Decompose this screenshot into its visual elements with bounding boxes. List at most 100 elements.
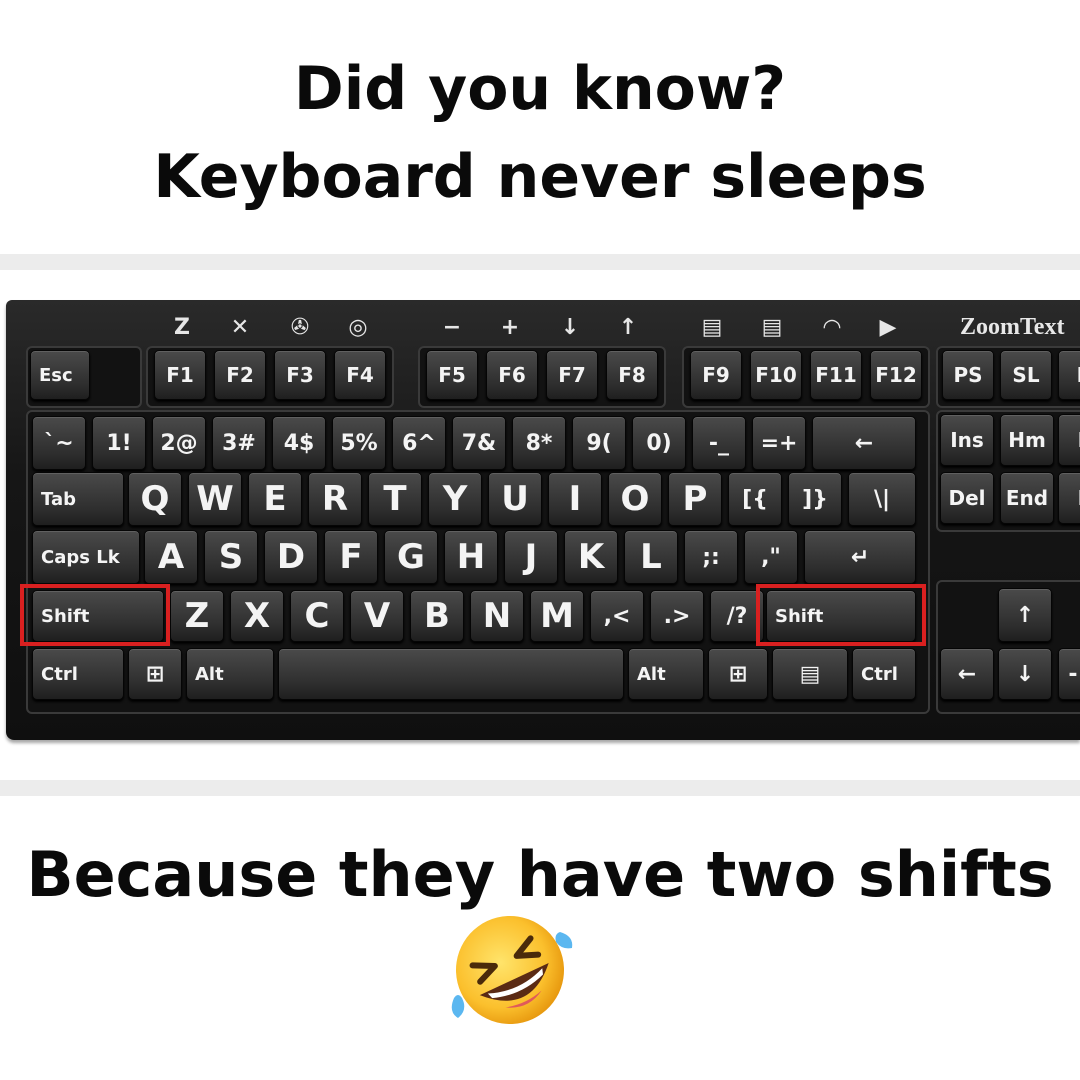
key-spacebar[interactable]	[278, 648, 624, 700]
key-left-windows[interactable]: ⊞	[128, 648, 182, 700]
document-alt-icon[interactable]: ▤	[754, 312, 790, 342]
key-arrow-left[interactable]: ←	[940, 648, 994, 700]
key-p[interactable]: P	[668, 472, 722, 526]
key-e[interactable]: E	[248, 472, 302, 526]
key-number-row-4[interactable]: 4$	[272, 416, 326, 470]
key-x[interactable]: X	[230, 590, 284, 642]
key-v[interactable]: V	[350, 590, 404, 642]
key-g[interactable]: G	[384, 530, 438, 584]
key-number-row-0[interactable]: `~	[32, 416, 86, 470]
key-nav-del[interactable]: Del	[940, 472, 994, 524]
key-number-row-2[interactable]: 2@	[152, 416, 206, 470]
key-q[interactable]: Q	[128, 472, 182, 526]
speech-icon[interactable]: ▶	[870, 312, 906, 342]
key-punct-11[interactable]: ,"	[744, 530, 798, 584]
key-u[interactable]: U	[488, 472, 542, 526]
key-number-row-1[interactable]: 1!	[92, 416, 146, 470]
key-arrow-up[interactable]: ↑	[998, 588, 1052, 642]
key-j[interactable]: J	[504, 530, 558, 584]
key-a[interactable]: A	[144, 530, 198, 584]
key-f11[interactable]: F11	[810, 350, 862, 400]
key-o[interactable]: O	[608, 472, 662, 526]
key-menu[interactable]: ▤	[772, 648, 848, 700]
top-divider-band	[0, 254, 1080, 270]
key-f1[interactable]: F1	[154, 350, 206, 400]
key-d[interactable]: D	[264, 530, 318, 584]
key-number-row-8[interactable]: 8*	[512, 416, 566, 470]
key-right-windows[interactable]: ⊞	[708, 648, 768, 700]
key-l[interactable]: L	[624, 530, 678, 584]
key-left-ctrl[interactable]: Ctrl	[32, 648, 124, 700]
key-number-row-12[interactable]: =+	[752, 416, 806, 470]
key-r[interactable]: R	[308, 472, 362, 526]
key-number-row-5[interactable]: 5%	[332, 416, 386, 470]
key-h[interactable]: H	[444, 530, 498, 584]
key-punct-8[interactable]: ,<	[590, 590, 644, 642]
key-ps[interactable]: PS	[942, 350, 994, 400]
key-right-ctrl[interactable]: Ctrl	[852, 648, 916, 700]
web-icon[interactable]: ◎	[340, 312, 376, 342]
key-enter[interactable]: ↵	[804, 530, 916, 584]
key-c[interactable]: C	[290, 590, 344, 642]
document-icon[interactable]: ▤	[694, 312, 730, 342]
key-left-alt[interactable]: Alt	[186, 648, 274, 700]
key-m[interactable]: M	[530, 590, 584, 642]
key-f7[interactable]: F7	[546, 350, 598, 400]
key-n[interactable]: N	[470, 590, 524, 642]
key-i[interactable]: I	[548, 472, 602, 526]
key-arrow-down[interactable]: ↓	[998, 648, 1052, 700]
rolling-laughing-emoji-icon	[451, 916, 573, 1024]
key-nav-hm[interactable]: Hm	[1000, 414, 1054, 466]
key-esc[interactable]: Esc	[30, 350, 90, 400]
arrow-up-icon[interactable]: ↑	[610, 312, 646, 342]
key-t[interactable]: T	[368, 472, 422, 526]
key-f6[interactable]: F6	[486, 350, 538, 400]
key-backspace[interactable]: ←	[812, 416, 916, 470]
key-bracket-11[interactable]: [{	[728, 472, 782, 526]
key-number-row-7[interactable]: 7&	[452, 416, 506, 470]
key-w[interactable]: W	[188, 472, 242, 526]
headphones-icon[interactable]: ◠	[814, 312, 850, 342]
key-f[interactable]: F	[324, 530, 378, 584]
key-bracket-12[interactable]: ]}	[788, 472, 842, 526]
key-p[interactable]: P	[1058, 350, 1080, 400]
key-keypad-minus[interactable]: -	[1058, 648, 1080, 700]
key-sl[interactable]: SL	[1000, 350, 1052, 400]
keyboard-photo: Z ✕ ✇ ◎ − + ↓ ↑ ▤ ▤ ◠ ▶ Esc F1 F2 F3 F4 F5 F6 F7 F8 F9 F10 F11 F…	[6, 300, 1080, 740]
key-f4[interactable]: F4	[334, 350, 386, 400]
key-nav-p[interactable]: P	[1058, 472, 1080, 524]
left-shift-highlight	[20, 584, 170, 646]
key-number-row-3[interactable]: 3#	[212, 416, 266, 470]
key-tab[interactable]: Tab	[32, 472, 124, 526]
tools-icon[interactable]: ✕	[222, 312, 258, 342]
key-nav-end[interactable]: End	[1000, 472, 1054, 524]
key-number-row-11[interactable]: -_	[692, 416, 746, 470]
key-f9[interactable]: F9	[690, 350, 742, 400]
settings-icon[interactable]: ✇	[282, 312, 318, 342]
key-y[interactable]: Y	[428, 472, 482, 526]
key-f5[interactable]: F5	[426, 350, 478, 400]
key-number-row-9[interactable]: 9(	[572, 416, 626, 470]
key-number-row-10[interactable]: 0)	[632, 416, 686, 470]
key-f8[interactable]: F8	[606, 350, 658, 400]
key-nav-ins[interactable]: Ins	[940, 414, 994, 466]
plus-icon[interactable]: +	[492, 312, 528, 342]
key-k[interactable]: K	[564, 530, 618, 584]
minus-icon[interactable]: −	[434, 312, 470, 342]
key-f12[interactable]: F12	[870, 350, 922, 400]
key-right-alt[interactable]: Alt	[628, 648, 704, 700]
key-backslash[interactable]: \|	[848, 472, 916, 526]
key-punct-9[interactable]: .>	[650, 590, 704, 642]
key-punct-10[interactable]: ;:	[684, 530, 738, 584]
key-z[interactable]: Z	[170, 590, 224, 642]
arrow-down-icon[interactable]: ↓	[552, 312, 588, 342]
key-b[interactable]: B	[410, 590, 464, 642]
zoom-z-icon[interactable]: Z	[164, 312, 200, 342]
key-f3[interactable]: F3	[274, 350, 326, 400]
key-caps-lock[interactable]: Caps Lk	[32, 530, 140, 584]
key-number-row-6[interactable]: 6^	[392, 416, 446, 470]
key-f10[interactable]: F10	[750, 350, 802, 400]
key-f2[interactable]: F2	[214, 350, 266, 400]
key-s[interactable]: S	[204, 530, 258, 584]
key-nav-p[interactable]: P	[1058, 414, 1080, 466]
